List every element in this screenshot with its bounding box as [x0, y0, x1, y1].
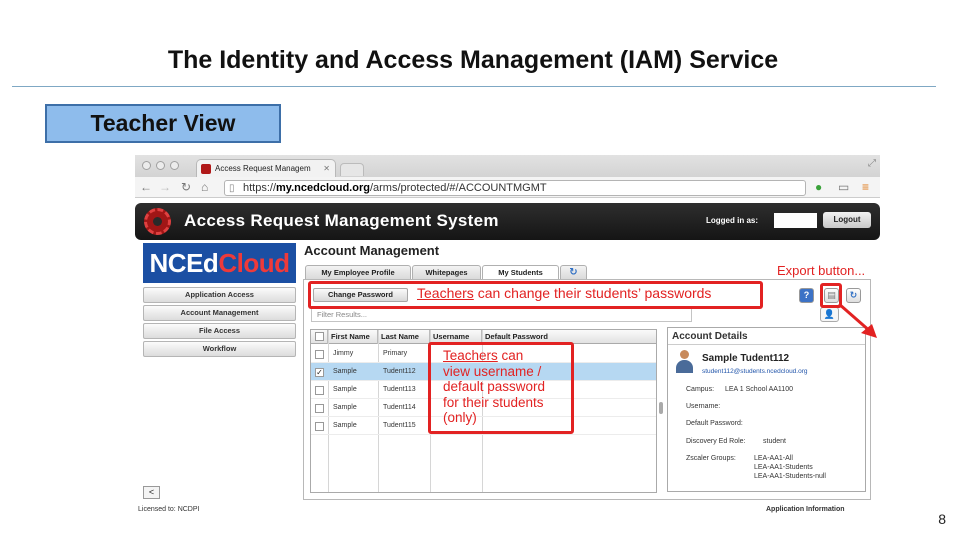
- zscaler-group: LEA-AA1-All: [754, 455, 793, 462]
- view-note-line-2: can: [497, 348, 524, 363]
- view-note-line-4: default password: [443, 379, 546, 394]
- cell-last-name: Tudent115: [383, 422, 416, 429]
- cast-icon[interactable]: ▭: [838, 180, 849, 194]
- fullscreen-icon[interactable]: ⤢: [868, 158, 876, 169]
- campus-label: Campus:: [686, 386, 715, 393]
- new-tab-button[interactable]: [340, 163, 364, 176]
- cell-first-name: Sample: [333, 422, 357, 429]
- details-title: Account Details: [672, 331, 748, 342]
- filter-input[interactable]: Filter Results...: [311, 307, 692, 322]
- zscaler-group: LEA-AA1-Students: [754, 464, 813, 471]
- logged-in-label: Logged in as:: [706, 216, 758, 225]
- logout-button[interactable]: Logout: [823, 212, 871, 228]
- row-checkbox[interactable]: [315, 386, 324, 395]
- teachers-word: Teachers: [417, 285, 474, 301]
- browser-tab-title: Access Request Managem: [215, 164, 311, 173]
- url-scheme: https://: [243, 182, 277, 194]
- app-title: Access Request Management System: [184, 211, 499, 230]
- back-icon[interactable]: ←: [140, 180, 152, 194]
- url-path: /arms/protected/#/ACCOUNTMGMT: [369, 182, 547, 194]
- export-annotation: Export button...: [777, 263, 866, 278]
- brand-right: Cloud: [218, 248, 290, 278]
- help-icon[interactable]: ?: [799, 288, 814, 303]
- row-checkbox[interactable]: [315, 404, 324, 413]
- callout-view-text: Teachers can view username / default pas…: [443, 348, 545, 426]
- favicon-icon: [201, 164, 211, 174]
- page-title: Account Management: [304, 243, 440, 258]
- cell-first-name: Jimmy: [333, 350, 354, 357]
- change-password-note: can change their students’ passwords: [473, 285, 712, 301]
- column-first-name[interactable]: First Name: [328, 330, 378, 344]
- application-information-link[interactable]: Application Information: [766, 506, 845, 513]
- reload-icon[interactable]: ↻: [181, 180, 191, 194]
- view-note-line-6: (only): [443, 410, 477, 425]
- role-label: Discovery Ed Role:: [686, 438, 746, 445]
- close-tab-icon[interactable]: ✕: [323, 160, 330, 177]
- page-icon: ▯: [229, 183, 235, 194]
- address-bar[interactable]: ▯ https://my.ncedcloud.org/arms/protecte…: [224, 180, 806, 196]
- row-checkbox[interactable]: [315, 422, 324, 431]
- app-header: Access Request Management System Logged …: [135, 203, 880, 240]
- cell-first-name: Sample: [333, 368, 357, 375]
- zscaler-group: LEA-AA1-Students-null: [754, 473, 826, 480]
- column-last-name[interactable]: Last Name: [378, 330, 430, 344]
- menu-icon[interactable]: ≡: [862, 180, 869, 194]
- cell-first-name: Sample: [333, 404, 357, 411]
- sidebar-item-account-management[interactable]: Account Management: [143, 305, 296, 321]
- sidebar-item-workflow[interactable]: Workflow: [143, 341, 296, 357]
- url-host: my.ncedcloud.org: [276, 182, 370, 194]
- browser-tab-strip: Access Request Managem ✕ ⤢: [135, 155, 880, 177]
- view-label: Teacher View: [45, 104, 281, 143]
- licensed-text: Licensed to: NCDPI: [138, 506, 200, 513]
- home-icon[interactable]: ⌂: [201, 180, 208, 194]
- student-name: Sample Tudent112: [702, 353, 790, 364]
- brand-left: NCEd: [149, 248, 219, 278]
- tab-whitepages[interactable]: Whitepages: [412, 265, 481, 280]
- default-password-label: Default Password:: [686, 420, 743, 427]
- brand-logo: NCEdCloud: [143, 243, 296, 283]
- export-arrow-icon: [838, 302, 877, 338]
- scrollbar-thumb[interactable]: [659, 402, 663, 414]
- collapse-sidebar-button[interactable]: <: [143, 486, 160, 499]
- browser-tab[interactable]: Access Request Managem ✕: [196, 159, 336, 177]
- cell-last-name: Tudent113: [383, 386, 416, 393]
- zoom-window-icon[interactable]: [170, 161, 179, 170]
- sidebar-item-application-access[interactable]: Application Access: [143, 287, 296, 303]
- forward-icon[interactable]: →: [159, 180, 171, 194]
- callout-change-password-text: Teachers can change their students’ pass…: [417, 285, 711, 301]
- account-details-panel: Account Details Sample Tudent112 student…: [667, 327, 866, 492]
- gear-logo-icon: [144, 208, 171, 235]
- view-note-line-5: for their students: [443, 394, 544, 410]
- username-label: Username:: [686, 403, 721, 410]
- slide-title: The Identity and Access Management (IAM)…: [167, 46, 779, 74]
- cell-last-name: Tudent112: [383, 368, 416, 375]
- username-box: [774, 213, 817, 228]
- avatar: [676, 350, 693, 373]
- cell-last-name: Tudent114: [383, 404, 416, 411]
- row-checkbox[interactable]: ✓: [315, 368, 324, 377]
- teachers-word-2: Teachers: [443, 348, 498, 363]
- screenshot: Access Request Managem ✕ ⤢ ← → ↻ ⌂ ▯ htt…: [135, 155, 880, 520]
- browser-navbar: ← → ↻ ⌂ ▯ https://my.ncedcloud.org/arms/…: [135, 177, 880, 198]
- close-window-icon[interactable]: [142, 161, 151, 170]
- sidebar-item-file-access[interactable]: File Access: [143, 323, 296, 339]
- select-all-checkbox[interactable]: [311, 330, 328, 344]
- view-note-line-3: view username /: [443, 363, 542, 379]
- student-email[interactable]: student112@students.ncedcloud.org: [702, 368, 808, 375]
- cell-first-name: Sample: [333, 386, 357, 393]
- details-divider: [668, 344, 865, 345]
- cell-last-name: Primary: [383, 350, 408, 357]
- title-rule: [12, 86, 936, 87]
- campus-value: LEA 1 School AA1100: [725, 386, 793, 393]
- minimize-window-icon[interactable]: [156, 161, 165, 170]
- zscaler-label: Zscaler Groups:: [686, 455, 736, 462]
- role-value: student: [763, 438, 786, 445]
- extension-icon[interactable]: ●: [815, 180, 822, 194]
- page-number: 8: [938, 511, 946, 527]
- refresh-tab-icon[interactable]: ↻: [560, 265, 587, 280]
- tab-my-employee-profile[interactable]: My Employee Profile: [305, 265, 411, 280]
- row-checkbox[interactable]: [315, 350, 324, 359]
